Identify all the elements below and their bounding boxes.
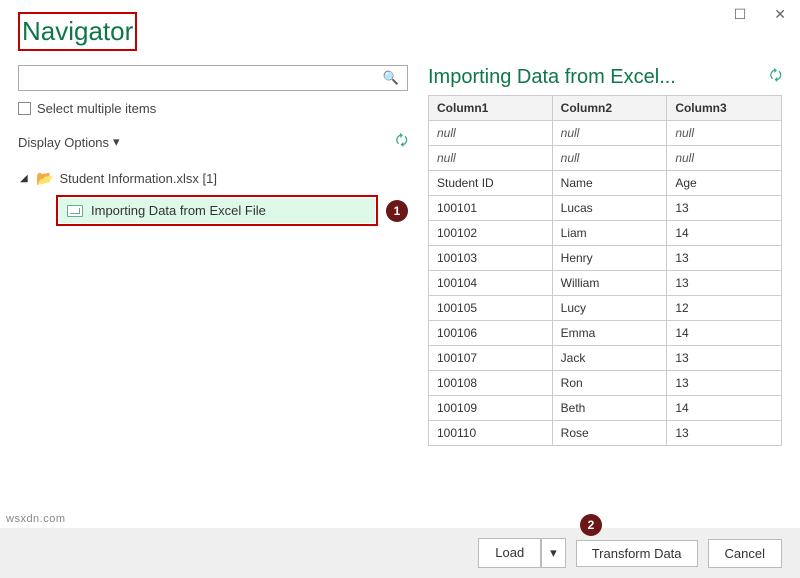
worksheet-icon [67,205,83,217]
column-header[interactable]: Column2 [552,96,667,121]
table-cell: Name [552,171,667,196]
tree-child-row: Importing Data from Excel File 1 [18,195,408,226]
right-pane: Importing Data from Excel... 🗘 Column1 C… [428,65,782,528]
search-input[interactable] [19,66,375,90]
table-row[interactable]: 100102Liam14 [429,221,782,246]
table-cell: 13 [667,246,782,271]
watermark: wsxdn.com [6,513,66,525]
dialog-title: Navigator [18,12,137,51]
table-cell: null [552,121,667,146]
table-cell: 14 [667,321,782,346]
tree-root-label: Student Information.xlsx [1] [59,171,217,186]
display-options-label: Display Options [18,135,109,150]
table-cell: 100101 [429,196,553,221]
load-dropdown-button[interactable]: ▾ [541,538,566,568]
cancel-button[interactable]: Cancel [708,539,782,568]
table-cell: 13 [667,371,782,396]
table-cell: 100109 [429,396,553,421]
table-row[interactable]: 100104William13 [429,271,782,296]
table-cell: 13 [667,346,782,371]
content: 🔍 Select multiple items Display Options … [0,55,800,528]
table-row[interactable]: 100109Beth14 [429,396,782,421]
table-cell: 14 [667,221,782,246]
callout-two: 2 [580,514,602,536]
table-cell: 13 [667,196,782,221]
table-cell: null [429,146,553,171]
column-header[interactable]: Column1 [429,96,553,121]
source-tree: ◢ 📂 Student Information.xlsx [1] Importi… [18,166,408,226]
table-row[interactable]: 100103Henry13 [429,246,782,271]
table-row[interactable]: 100107Jack13 [429,346,782,371]
table-cell: 100104 [429,271,553,296]
window-controls: ☐ ✕ [728,4,792,25]
select-multiple-label: Select multiple items [37,101,156,116]
table-cell: 12 [667,296,782,321]
preview-title: Importing Data from Excel... [428,66,676,89]
title-area: Navigator [0,0,800,55]
refresh-icon[interactable]: 🗘 [396,130,409,154]
table-cell: Emma [552,321,667,346]
table-row[interactable]: 100110Rose13 [429,421,782,446]
display-options-row: Display Options ▾ 🗘 [18,130,408,154]
table-cell: 100103 [429,246,553,271]
select-multiple-row[interactable]: Select multiple items [18,101,408,116]
column-header[interactable]: Column3 [667,96,782,121]
table-row[interactable]: 100105Lucy12 [429,296,782,321]
chevron-down-icon: ▾ [113,134,120,150]
table-cell: Rose [552,421,667,446]
preview-header: Importing Data from Excel... 🗘 [428,65,782,89]
table-row[interactable]: nullnullnull [429,121,782,146]
table-cell: null [552,146,667,171]
table-cell: 100107 [429,346,553,371]
left-pane: 🔍 Select multiple items Display Options … [18,65,408,528]
table-cell: 13 [667,271,782,296]
close-button[interactable]: ✕ [768,4,792,25]
load-button[interactable]: Load [478,538,541,568]
table-cell: null [429,121,553,146]
transform-data-button[interactable]: Transform Data [576,540,698,567]
table-cell: 100106 [429,321,553,346]
table-cell: Ron [552,371,667,396]
table-cell: 100110 [429,421,553,446]
search-icon[interactable]: 🔍 [375,70,407,86]
select-multiple-checkbox[interactable] [18,102,31,115]
folder-icon: 📂 [36,170,53,187]
table-row[interactable]: Student IDNameAge [429,171,782,196]
table-cell: null [667,121,782,146]
table-row[interactable]: 100101Lucas13 [429,196,782,221]
table-cell: Jack [552,346,667,371]
expand-icon[interactable]: ◢ [20,173,30,184]
table-cell: Lucy [552,296,667,321]
table-cell: null [667,146,782,171]
load-button-group: Load ▾ [478,538,565,568]
table-cell: Student ID [429,171,553,196]
preview-header-row: Column1 Column2 Column3 [429,96,782,121]
callout-one: 1 [386,200,408,222]
table-cell: Liam [552,221,667,246]
tree-root-item[interactable]: ◢ 📂 Student Information.xlsx [1] [18,166,408,191]
table-row[interactable]: 100106Emma14 [429,321,782,346]
table-cell: 100105 [429,296,553,321]
table-cell: 14 [667,396,782,421]
table-cell: 100102 [429,221,553,246]
preview-table: Column1 Column2 Column3 nullnullnullnull… [428,95,782,446]
preview-refresh-icon[interactable]: 🗘 [762,65,783,89]
table-cell: Henry [552,246,667,271]
table-cell: Beth [552,396,667,421]
display-options-dropdown[interactable]: Display Options ▾ [18,134,120,150]
tree-sheet-label: Importing Data from Excel File [91,203,266,218]
maximize-button[interactable]: ☐ [728,4,753,25]
table-row[interactable]: nullnullnull [429,146,782,171]
table-row[interactable]: 100108Ron13 [429,371,782,396]
table-cell: 13 [667,421,782,446]
table-cell: 100108 [429,371,553,396]
search-box[interactable]: 🔍 [18,65,408,91]
navigator-dialog: ☐ ✕ Navigator 🔍 Select multiple items Di… [0,0,800,578]
dialog-footer: 2 Load ▾ Transform Data Cancel [0,528,800,578]
table-cell: Age [667,171,782,196]
tree-sheet-item[interactable]: Importing Data from Excel File [59,198,375,223]
table-cell: William [552,271,667,296]
table-cell: Lucas [552,196,667,221]
